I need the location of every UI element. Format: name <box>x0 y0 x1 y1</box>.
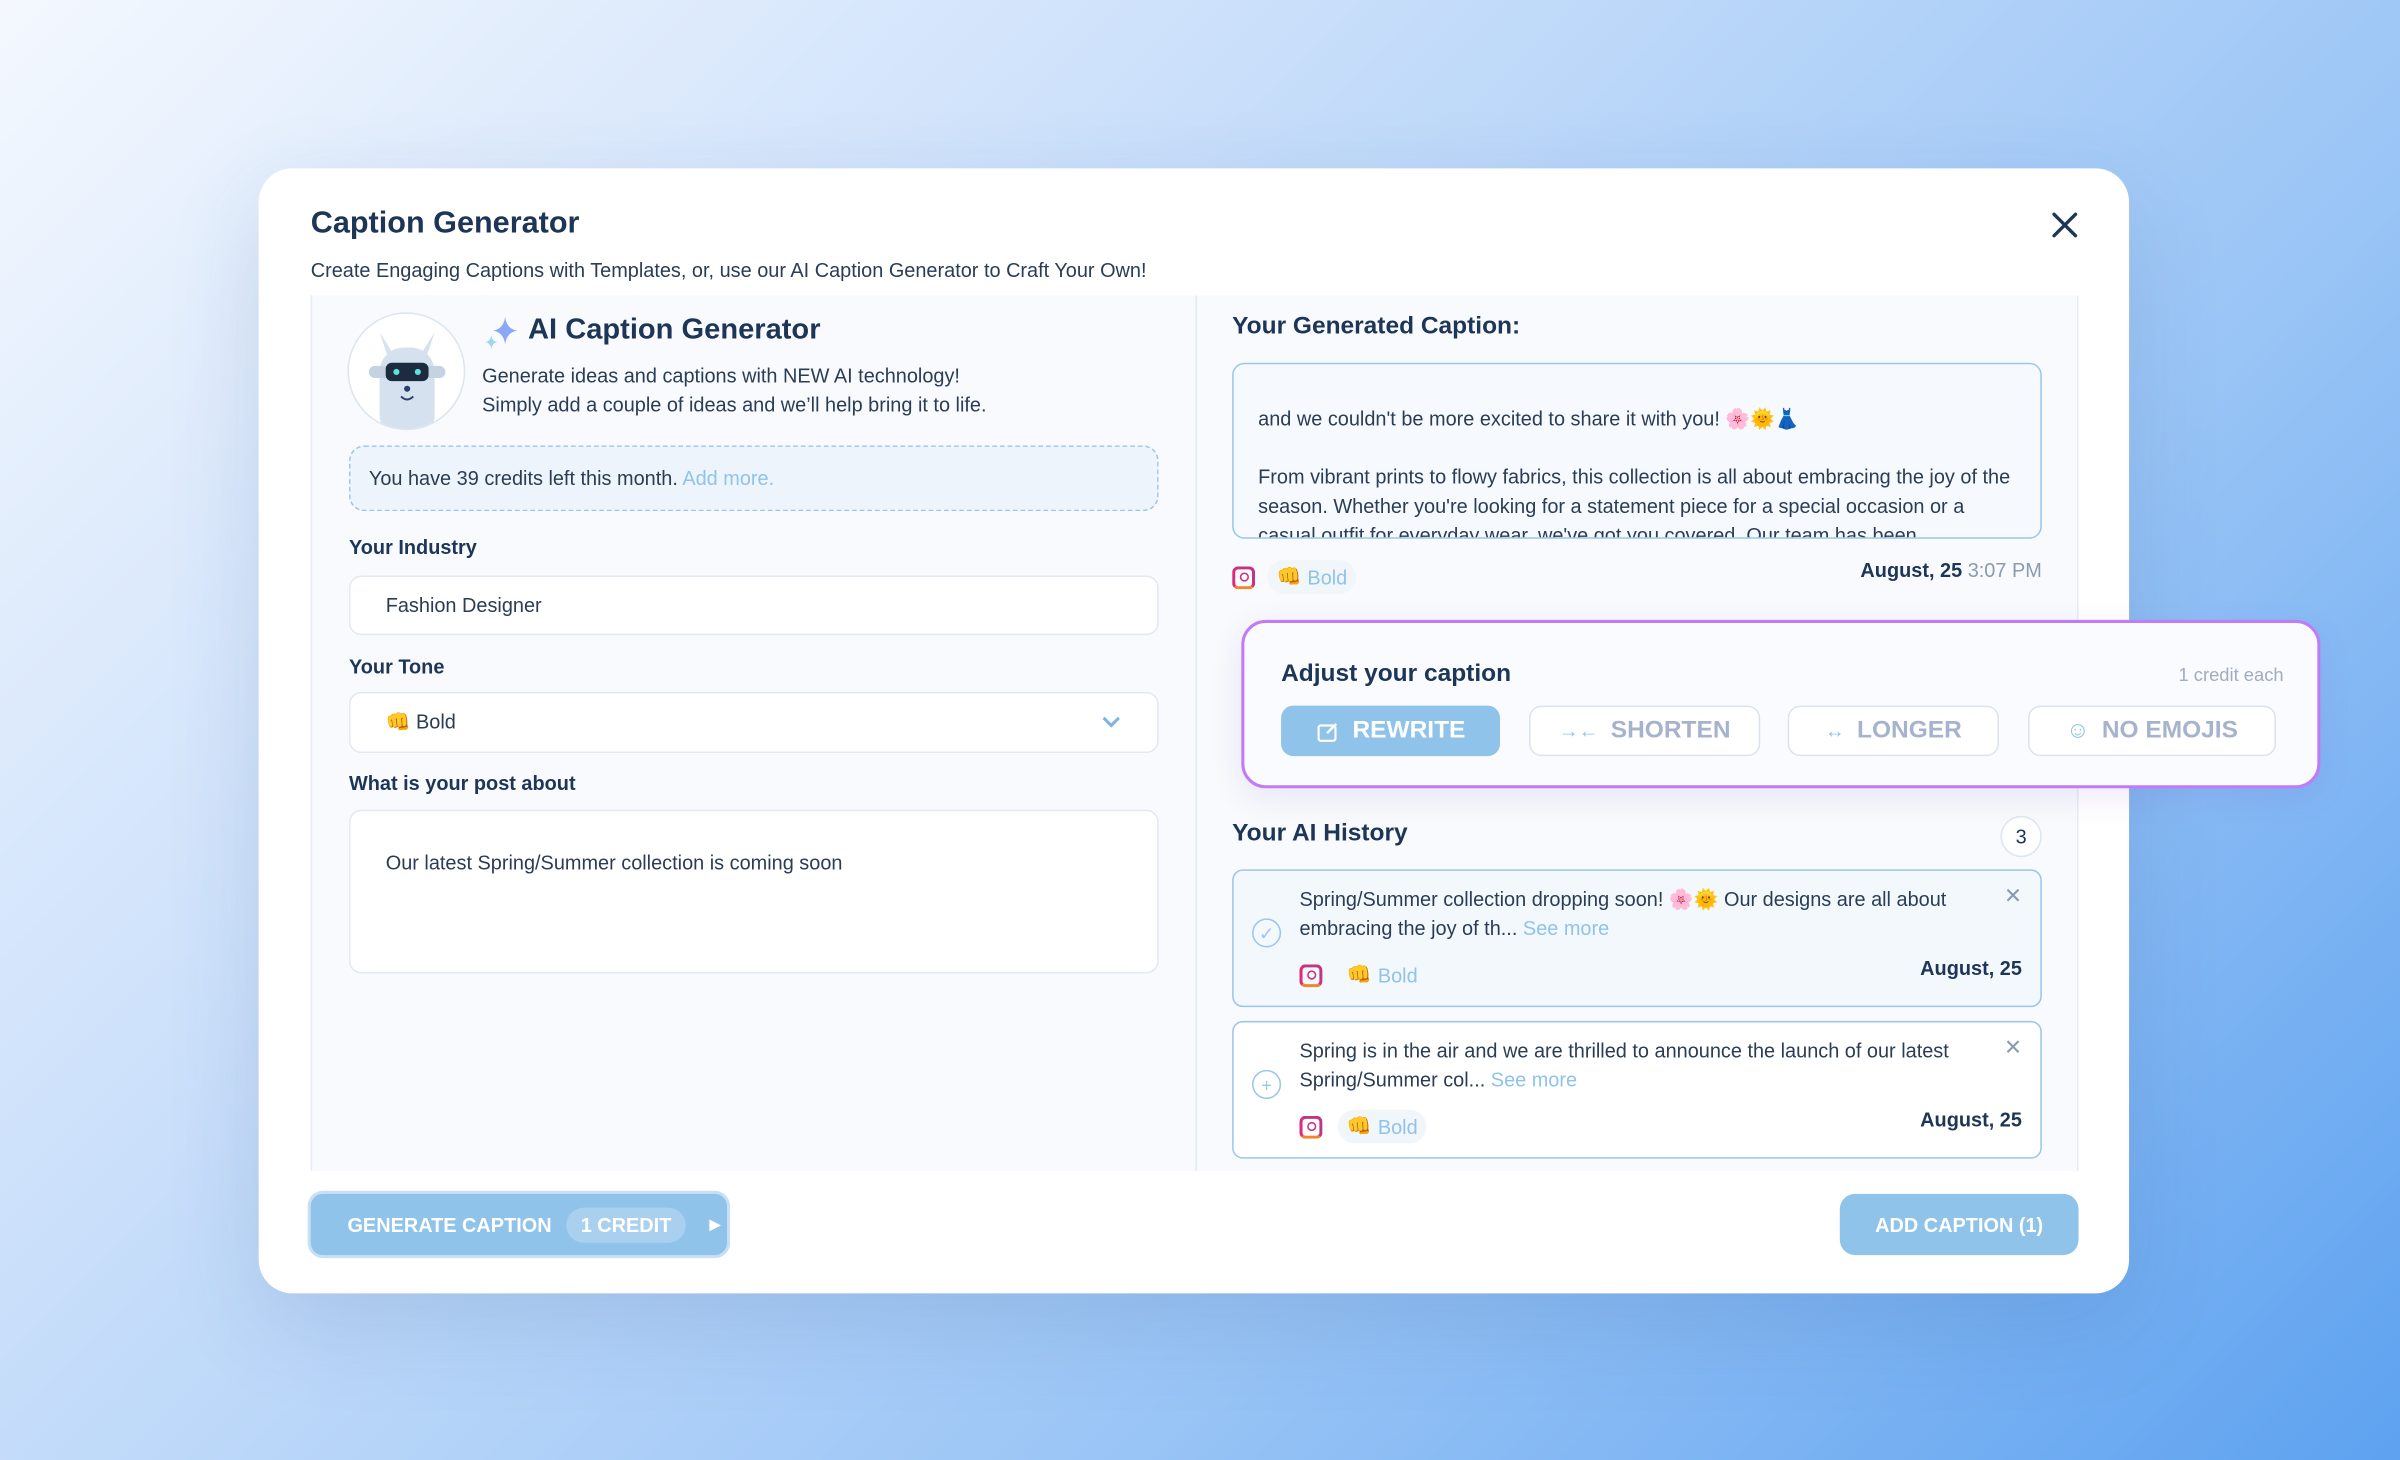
modal-subtitle: Create Engaging Captions with Templates,… <box>310 258 1147 282</box>
close-icon[interactable] <box>2045 205 2085 245</box>
add-more-link[interactable]: Add more. <box>682 467 774 490</box>
tone-chip: Bold <box>1377 1115 1418 1139</box>
tone-select[interactable]: 👊 Bold <box>348 691 1159 754</box>
date: August, 25 <box>1860 558 1963 582</box>
button-label: SHORTEN <box>1610 717 1731 744</box>
history-count-badge: 3 <box>2000 815 2042 858</box>
history-date: August, 25 <box>1920 956 2022 980</box>
panel-divider <box>1195 295 1197 1171</box>
instagram-icon <box>1232 565 1256 589</box>
remove-icon[interactable]: ✕ <box>2004 1035 2022 1061</box>
credit-note: 1 credit each <box>2178 664 2284 686</box>
caret-right-icon: ▶ <box>709 1216 721 1232</box>
smiley-icon: ☺ <box>2066 717 2090 744</box>
generate-caption-button[interactable]: GENERATE CAPTION 1 CREDIT ▶ <box>310 1193 728 1256</box>
button-label: NO EMOJIS <box>2101 717 2238 744</box>
see-more-link[interactable]: See more <box>1491 1068 1577 1091</box>
history-date: August, 25 <box>1920 1108 2022 1132</box>
desc-line: Generate ideas and captions with NEW AI … <box>482 364 960 388</box>
history-text: Spring/Summer collection dropping soon! … <box>1299 887 1947 940</box>
instagram-icon <box>1299 963 1323 987</box>
no-emojis-button[interactable]: ☺ NO EMOJIS <box>2028 705 2277 757</box>
fist-icon: 👊 <box>385 710 411 734</box>
fist-icon: 👊 <box>1346 1114 1372 1138</box>
robot-llama-avatar <box>347 312 466 431</box>
add-caption-button[interactable]: ADD CAPTION (1) <box>1839 1193 2079 1256</box>
sparkle-icon <box>485 316 518 349</box>
modal-title: Caption Generator <box>310 206 580 241</box>
instagram-icon <box>1299 1115 1323 1139</box>
longer-button[interactable]: ↔ LONGER <box>1787 705 1999 757</box>
check-circle-icon[interactable]: ✓ <box>1252 918 1282 948</box>
adjust-title: Adjust your caption <box>1281 661 1512 688</box>
time: 3:07 PM <box>1967 558 2042 582</box>
shorten-button[interactable]: →← SHORTEN <box>1529 705 1761 757</box>
generated-meta: 👊 Bold <box>1232 560 1357 594</box>
ai-generator-description: Generate ideas and captions with NEW AI … <box>482 361 986 419</box>
generated-caption-heading: Your Generated Caption: <box>1232 313 1521 340</box>
history-item[interactable]: ✓ Spring/Summer collection dropping soon… <box>1232 869 2042 1008</box>
edit-icon <box>1316 722 1337 742</box>
history-item[interactable]: + Spring is in the air and we are thrill… <box>1232 1020 2042 1159</box>
ai-generator-heading: AI Caption Generator <box>528 313 821 346</box>
credits-notice: You have 39 credits left this month. Add… <box>348 445 1159 512</box>
tone-label: Your Tone <box>348 655 445 679</box>
generated-caption-box[interactable]: and we couldn't be more excited to share… <box>1232 362 2042 539</box>
chevron-down-icon <box>1102 716 1120 728</box>
post-about-label: What is your post about <box>348 771 576 795</box>
plus-circle-icon[interactable]: + <box>1252 1069 1282 1099</box>
arrows-out-icon: ↔ <box>1824 719 1845 743</box>
button-label: LONGER <box>1857 717 1962 744</box>
credit-cost-chip: 1 CREDIT <box>566 1206 686 1243</box>
tone-value: Bold <box>416 710 456 734</box>
button-label: REWRITE <box>1352 717 1466 744</box>
post-about-value: Our latest Spring/Summer collection is c… <box>385 851 843 874</box>
fist-icon: 👊 <box>1276 564 1302 588</box>
history-text: Spring is in the air and we are thrilled… <box>1299 1039 1949 1092</box>
caption-paragraph: From vibrant prints to flowy fabrics, th… <box>1258 465 2011 539</box>
industry-value: Fashion Designer <box>385 593 542 617</box>
adjust-caption-popup: Adjust your caption 1 credit each REWRIT… <box>1241 619 2321 789</box>
arrows-in-icon: →← <box>1558 719 1599 743</box>
desc-line: Simply add a couple of ideas and we’ll h… <box>482 393 987 417</box>
industry-input[interactable]: Fashion Designer <box>348 575 1159 636</box>
industry-label: Your Industry <box>348 535 477 559</box>
credits-text: You have 39 credits left this month. <box>368 466 678 490</box>
remove-icon[interactable]: ✕ <box>2004 883 2022 909</box>
caption-line: and we couldn't be more excited to share… <box>1258 407 1800 431</box>
fist-icon: 👊 <box>1346 962 1372 986</box>
tone-chip: Bold <box>1307 565 1348 589</box>
generate-label: GENERATE CAPTION <box>347 1213 552 1236</box>
see-more-link[interactable]: See more <box>1523 917 1609 940</box>
ai-history-heading: Your AI History <box>1232 820 1408 847</box>
rewrite-button[interactable]: REWRITE <box>1281 705 1500 757</box>
generated-date: August, 25 3:07 PM <box>1860 559 2041 582</box>
tone-chip: Bold <box>1377 963 1418 987</box>
post-about-textarea[interactable]: Our latest Spring/Summer collection is c… <box>348 809 1159 974</box>
